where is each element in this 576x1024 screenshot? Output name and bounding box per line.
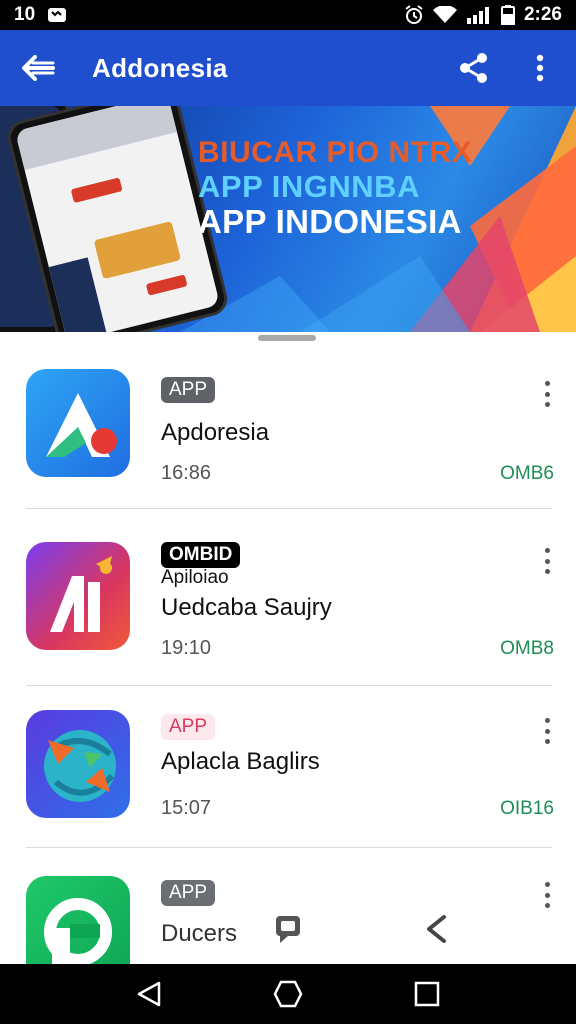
- screen: 10 2:26 Addonesia BIUCAR PIO NTRX APP IN…: [0, 0, 576, 1024]
- item-more-icon[interactable]: [534, 379, 560, 409]
- app-icon-apdoresia: [26, 369, 130, 477]
- status-time: 2:26: [523, 4, 562, 25]
- system-nav-bar: [0, 964, 576, 1024]
- banner-headline: BIUCAR PIO NTRX APP INGNNBA APP INDONESI…: [198, 136, 472, 241]
- status-bar: 10 2:26: [0, 0, 576, 30]
- list-item[interactable]: APP Apdoresia 16:86 OMB6: [0, 345, 576, 508]
- app-size: OIB16: [500, 798, 554, 819]
- banner-line-1: BIUCAR PIO NTRX: [198, 136, 473, 169]
- app-icon-aplacla: [26, 710, 130, 818]
- list-item[interactable]: OMBID Apiloiao Uedcaba Saujry 19:10 OMB8: [0, 510, 576, 673]
- arrow-back-icon[interactable]: [18, 48, 58, 88]
- list-item[interactable]: APP Aplacla Baglirs 15:07 OIB16: [0, 688, 576, 851]
- app-time: 19:10: [161, 637, 212, 659]
- status-left-text: 10: [14, 4, 36, 25]
- divider: [26, 847, 552, 848]
- battery-icon: [500, 5, 515, 25]
- signal-icon: [466, 6, 492, 24]
- app-size: OMB6: [500, 463, 554, 484]
- divider: [26, 685, 552, 686]
- nav-back-icon[interactable]: [129, 974, 169, 1014]
- banner-line-3: APP INDONESIA: [198, 203, 462, 241]
- app-name: Apdoresia: [161, 419, 270, 446]
- app-icon-uedcaba: [26, 542, 130, 650]
- app-time: 16:86: [161, 462, 212, 484]
- alarm-icon: [404, 5, 424, 25]
- notification-icon: [47, 7, 67, 23]
- chevron-left-icon[interactable]: [420, 912, 454, 946]
- banner-line-2: APP INGNNBA: [198, 168, 420, 204]
- wifi-icon: [432, 6, 457, 24]
- divider: [26, 508, 552, 509]
- category-tag: OMBID: [161, 542, 241, 568]
- chat-icon[interactable]: [272, 912, 306, 946]
- category-tag: APP: [161, 714, 216, 740]
- app-time: 15:07: [161, 797, 212, 819]
- category-tag: APP: [161, 880, 216, 906]
- app-subtitle: Apiloiao: [161, 567, 229, 588]
- more-vert-icon[interactable]: [522, 50, 558, 86]
- nav-home-icon[interactable]: [268, 974, 308, 1014]
- app-size: OMB8: [500, 638, 554, 659]
- item-more-icon[interactable]: [534, 880, 560, 910]
- share-icon[interactable]: [456, 50, 492, 86]
- item-more-icon[interactable]: [534, 546, 560, 576]
- item-more-icon[interactable]: [534, 716, 560, 746]
- promo-banner[interactable]: BIUCAR PIO NTRX APP INGNNBA APP INDONESI…: [0, 106, 576, 332]
- drag-handle[interactable]: [258, 335, 316, 341]
- category-tag: APP: [161, 377, 216, 403]
- page-title: Addonesia: [92, 52, 228, 83]
- floating-actions: [0, 912, 576, 952]
- app-bar: Addonesia: [0, 30, 576, 106]
- app-name: Aplacla Baglirs: [161, 748, 320, 775]
- nav-recents-icon[interactable]: [407, 974, 447, 1014]
- app-name: Uedcaba Saujry: [161, 594, 332, 621]
